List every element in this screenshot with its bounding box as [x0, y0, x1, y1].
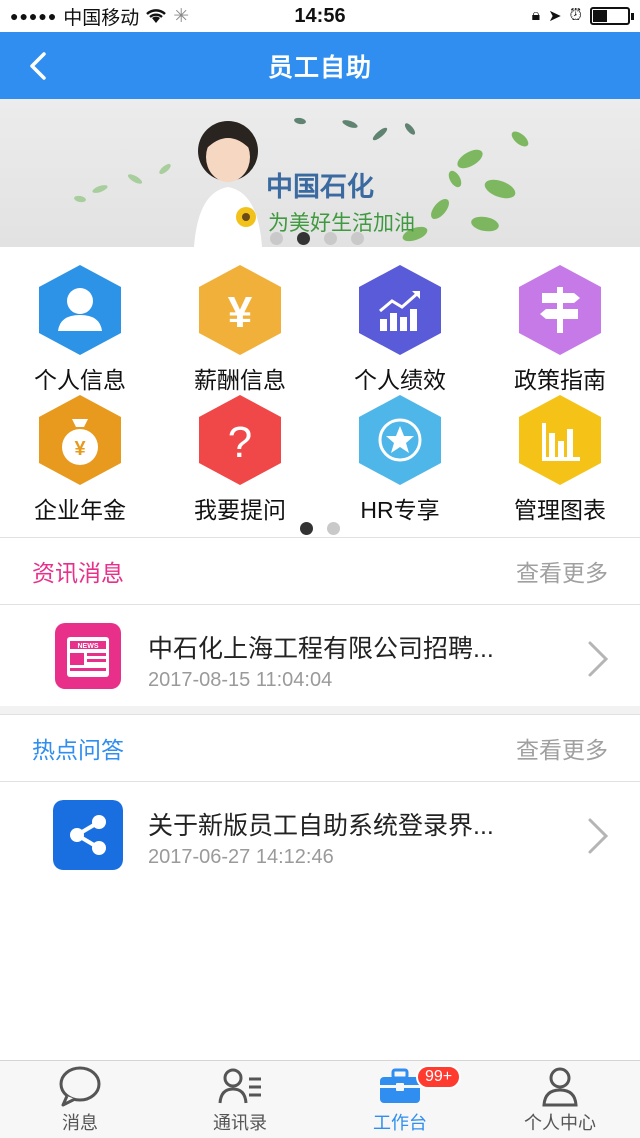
location-icon: ➤ — [548, 8, 562, 25]
grid-item-annuity[interactable]: ¥ 企业年金 — [0, 393, 160, 523]
tab-label: 个人中心 — [524, 1112, 596, 1133]
alarm-icon: ⏰︎ — [569, 7, 582, 24]
grid-label: 我要提问 — [194, 497, 286, 523]
star-icon — [356, 393, 444, 487]
grid-dot-1[interactable] — [300, 522, 313, 535]
briefcase-icon — [380, 1068, 420, 1103]
grid-page-indicator[interactable] — [300, 522, 340, 535]
grid-item-hr-exclusive[interactable]: HR专享 — [320, 393, 480, 523]
rotation-lock-icon: 🔒︎ — [531, 7, 541, 24]
grid-label: 个人信息 — [34, 367, 126, 393]
tab-messages[interactable]: 消息 — [0, 1061, 160, 1138]
page-title: 员工自助 — [267, 53, 372, 82]
svg-text:?: ? — [228, 418, 252, 467]
news-more-link[interactable]: 查看更多 — [516, 554, 608, 588]
grid-item-ask-question[interactable]: ? 我要提问 — [160, 393, 320, 523]
banner-dot-3[interactable] — [324, 232, 337, 245]
news-item-title: 中石化上海工程有限公司招聘... — [148, 635, 494, 663]
grid-dot-2[interactable] — [327, 522, 340, 535]
grid-label: 薪酬信息 — [194, 367, 286, 393]
qa-list-item[interactable]: 关于新版员工自助系统登录界... 2017-06-27 14:12:46 — [0, 782, 640, 884]
banner-page-indicator[interactable] — [270, 232, 364, 245]
tab-personal-center[interactable]: 个人中心 — [480, 1061, 640, 1138]
news-section-title: 资讯消息 — [32, 560, 124, 586]
news-item-date: 2017-08-15 11:04:04 — [148, 669, 333, 691]
banner-dot-2[interactable] — [297, 232, 310, 245]
grid-item-salary-info[interactable]: ¥ 薪酬信息 — [160, 263, 320, 393]
grid-label: 个人绩效 — [354, 367, 446, 393]
loading-spinner-icon: ✳ — [173, 5, 190, 27]
svg-text:¥: ¥ — [74, 438, 86, 460]
bar-chart-icon — [516, 393, 604, 487]
news-icon: NEWS — [55, 623, 121, 689]
chevron-left-icon — [30, 52, 46, 80]
yen-icon: ¥ — [196, 263, 284, 357]
chevron-right-icon — [588, 818, 609, 854]
grid-label: 企业年金 — [34, 497, 126, 523]
status-left: ●●●●● 中国移动 ✳ — [10, 3, 189, 30]
news-list-item[interactable]: NEWS 中石化上海工程有限公司招聘... 2017-08-15 11:04:0… — [0, 605, 640, 707]
svg-text:NEWS: NEWS — [78, 643, 99, 650]
back-button[interactable] — [18, 46, 58, 86]
grid-item-management-charts[interactable]: 管理图表 — [480, 393, 640, 523]
tab-label: 通讯录 — [213, 1112, 267, 1133]
banner-carousel[interactable]: 中国石化 为美好生活加油 — [0, 99, 640, 247]
chat-bubble-icon — [59, 1066, 101, 1106]
carrier-label: 中国移动 — [63, 7, 140, 29]
banner-dot-4[interactable] — [351, 232, 364, 245]
banner-dot-1[interactable] — [270, 232, 283, 245]
status-bar: ●●●●● 中国移动 ✳ 14:56 🔒︎ ➤ ⏰︎ — [0, 0, 640, 32]
nav-bar: 员工自助 — [0, 32, 640, 99]
qa-section-title: 热点问答 — [32, 737, 124, 763]
wifi-icon — [146, 9, 167, 23]
news-section-header: 资讯消息 查看更多 — [0, 537, 640, 605]
banner-title: 中国石化 — [266, 172, 374, 202]
girl-illustration — [194, 121, 262, 247]
tab-workbench[interactable]: 工作台 99+ — [320, 1061, 480, 1138]
tab-bar: 消息 通讯录 工作台 99+ 个人中心 — [0, 1060, 640, 1138]
battery-icon — [590, 7, 634, 25]
section-divider — [0, 706, 640, 714]
user-icon — [542, 1067, 578, 1106]
grid-label: 政策指南 — [514, 367, 606, 393]
grid-label: 管理图表 — [514, 497, 606, 523]
money-bag-icon: ¥ — [36, 393, 124, 487]
svg-text:¥: ¥ — [228, 288, 253, 337]
qa-section-header: 热点问答 查看更多 — [0, 714, 640, 782]
qa-item-title: 关于新版员工自助系统登录界... — [148, 812, 494, 840]
tab-contacts[interactable]: 通讯录 — [160, 1061, 320, 1138]
chart-trend-icon — [356, 263, 444, 357]
qa-item-date: 2017-06-27 14:12:46 — [148, 846, 334, 868]
qa-more-link[interactable]: 查看更多 — [516, 731, 608, 765]
contacts-icon — [218, 1068, 261, 1103]
tab-label: 工作台 — [373, 1112, 427, 1133]
status-right: 🔒︎ ➤ ⏰︎ — [531, 6, 634, 26]
function-grid: 个人信息 ¥ 薪酬信息 个人绩效 政策指南 ¥ 企业年金 ? 我要提问 HR专享… — [0, 247, 640, 537]
grid-item-policy-guide[interactable]: 政策指南 — [480, 263, 640, 393]
question-icon: ? — [196, 393, 284, 487]
chevron-right-icon — [588, 641, 609, 677]
notification-badge: 99+ — [416, 1065, 462, 1089]
share-icon — [53, 800, 123, 870]
tab-label: 消息 — [62, 1112, 98, 1133]
signpost-icon — [516, 263, 604, 357]
signal-icon: ●●●●● — [10, 8, 58, 24]
grid-label: HR专享 — [360, 497, 440, 523]
grid-item-performance[interactable]: 个人绩效 — [320, 263, 480, 393]
person-icon — [36, 263, 124, 357]
grid-item-personal-info[interactable]: 个人信息 — [0, 263, 160, 393]
